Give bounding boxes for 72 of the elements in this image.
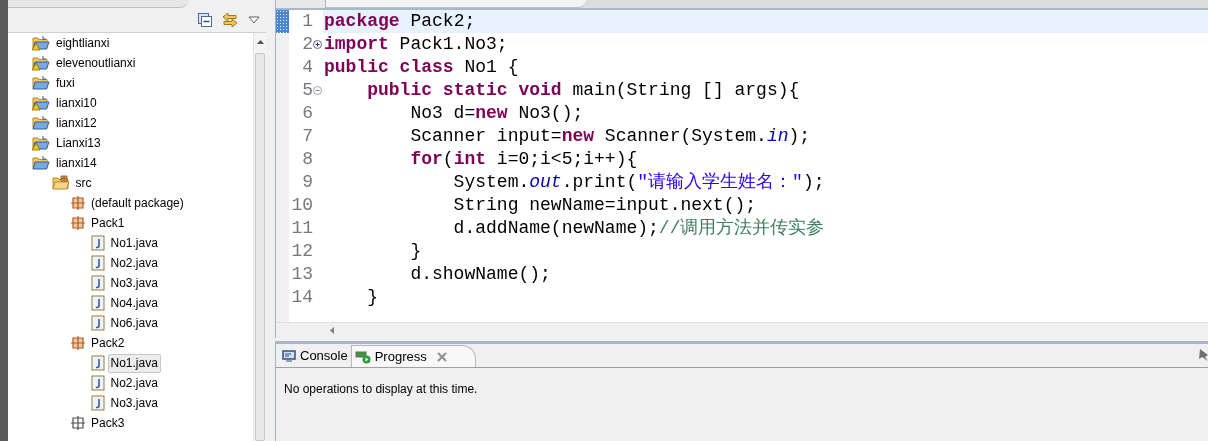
java-file-icon: [90, 375, 105, 391]
line-number: 6: [302, 103, 313, 123]
java-file-icon: [90, 295, 105, 311]
code-line: d.showName();: [409, 264, 551, 284]
panel-tab[interactable]: Console: [279, 345, 351, 367]
status-message: No operations to display at this time.: [284, 382, 478, 396]
code-line: System.out.print("请输入学生姓名：");: [452, 172, 825, 192]
code-editor[interactable]: [276, 8, 1208, 338]
panel-tab[interactable]: Progress: [350, 345, 476, 367]
code-line: public class No1 {: [324, 57, 519, 77]
collapse-fold-icon[interactable]: [313, 86, 322, 95]
line-number: 12: [291, 241, 313, 261]
collapse-all-icon[interactable]: [198, 13, 212, 27]
tree-item[interactable]: No1.java: [107, 353, 161, 373]
java-file-icon: [90, 315, 105, 331]
java-file-icon: [90, 255, 105, 271]
tree-item[interactable]: fuxi: [53, 73, 78, 93]
tree-item[interactable]: (default package): [88, 193, 187, 213]
tree-item[interactable]: No3.java: [107, 273, 161, 293]
source-folder-icon: [51, 175, 70, 191]
line-number: 7: [302, 126, 313, 146]
progress-icon: [354, 349, 371, 364]
line-number: 8: [302, 149, 313, 169]
java-file-icon: [90, 235, 105, 251]
close-icon[interactable]: [436, 351, 447, 362]
line-number: 1: [302, 11, 313, 31]
scroll-thumb[interactable]: [255, 53, 265, 441]
line-number: 4: [302, 57, 313, 77]
tree-item[interactable]: Pack1: [88, 213, 128, 233]
scroll-up-icon[interactable]: [257, 40, 264, 44]
java-file-icon: [90, 395, 105, 411]
tree-item[interactable]: elevenoutlianxi: [53, 53, 139, 73]
tree-item[interactable]: No4.java: [107, 293, 161, 313]
code-line: import Pack1.No3;: [324, 34, 508, 54]
expand-fold-icon[interactable]: [313, 40, 322, 49]
view-menu-icon[interactable]: [248, 16, 260, 24]
line-number: 2: [302, 34, 313, 54]
line-number: 10: [291, 195, 313, 215]
code-line: }: [366, 287, 378, 307]
tree-item[interactable]: No3.java: [107, 393, 161, 413]
link-arrows-icon[interactable]: [222, 12, 238, 28]
tree-item[interactable]: No2.java: [107, 253, 161, 273]
line-number: 11: [291, 218, 313, 238]
tree-item[interactable]: No2.java: [107, 373, 161, 393]
line-number: 5: [302, 80, 313, 100]
tree-item[interactable]: src: [72, 173, 95, 193]
tree-item[interactable]: Lianxi13: [53, 133, 104, 153]
code-line: No3 d=new No3();: [409, 103, 584, 123]
code-line: for(int i=0;i<5;i++){: [409, 149, 638, 169]
line-number: 9: [302, 172, 313, 192]
line-number: 14: [291, 287, 313, 307]
tree-item[interactable]: Pack3: [88, 413, 128, 433]
tree-item[interactable]: Pack2: [88, 333, 128, 353]
code-line: public static void main(String [] args){: [366, 80, 800, 100]
horizontal-scrollbar[interactable]: [276, 322, 1208, 338]
code-line: }: [409, 241, 422, 261]
java-file-icon: [90, 355, 105, 371]
code-line: package Pack2;: [324, 11, 476, 31]
tree-item[interactable]: No6.java: [107, 313, 161, 333]
monitor-icon: [282, 349, 296, 363]
code-line: d.addName(newName);//调用方法并传实参: [452, 218, 825, 238]
tree-item[interactable]: lianxi14: [53, 153, 100, 173]
tree-item[interactable]: lianxi12: [53, 113, 100, 133]
tree-item[interactable]: eightlianxi: [53, 33, 113, 53]
scroll-left-icon[interactable]: [330, 327, 334, 334]
code-line: String newName=input.next();: [452, 195, 757, 215]
tree-item[interactable]: lianxi10: [53, 93, 100, 113]
line-number: 13: [291, 264, 313, 284]
vertical-scrollbar[interactable]: [253, 33, 266, 441]
tree-item[interactable]: No1.java: [107, 233, 161, 253]
java-file-icon: [90, 275, 105, 291]
code-line: Scanner input=new Scanner(System.in);: [409, 126, 811, 146]
